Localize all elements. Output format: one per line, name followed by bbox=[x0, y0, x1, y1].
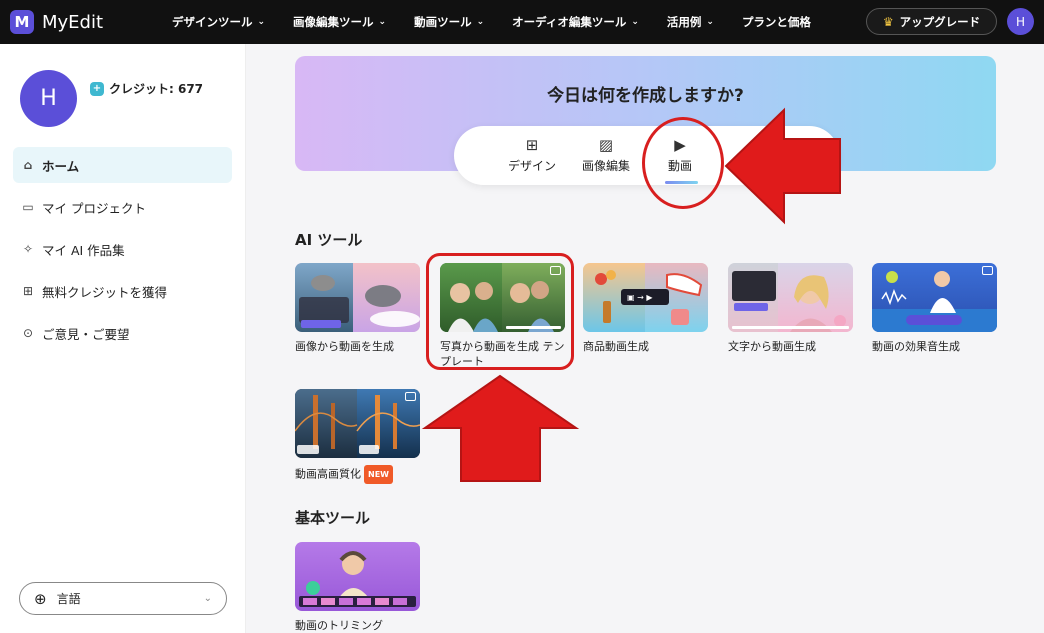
red-arrow-left-icon bbox=[724, 107, 841, 225]
red-arrow-up-icon bbox=[421, 374, 580, 482]
annotation-arrows bbox=[421, 107, 841, 482]
